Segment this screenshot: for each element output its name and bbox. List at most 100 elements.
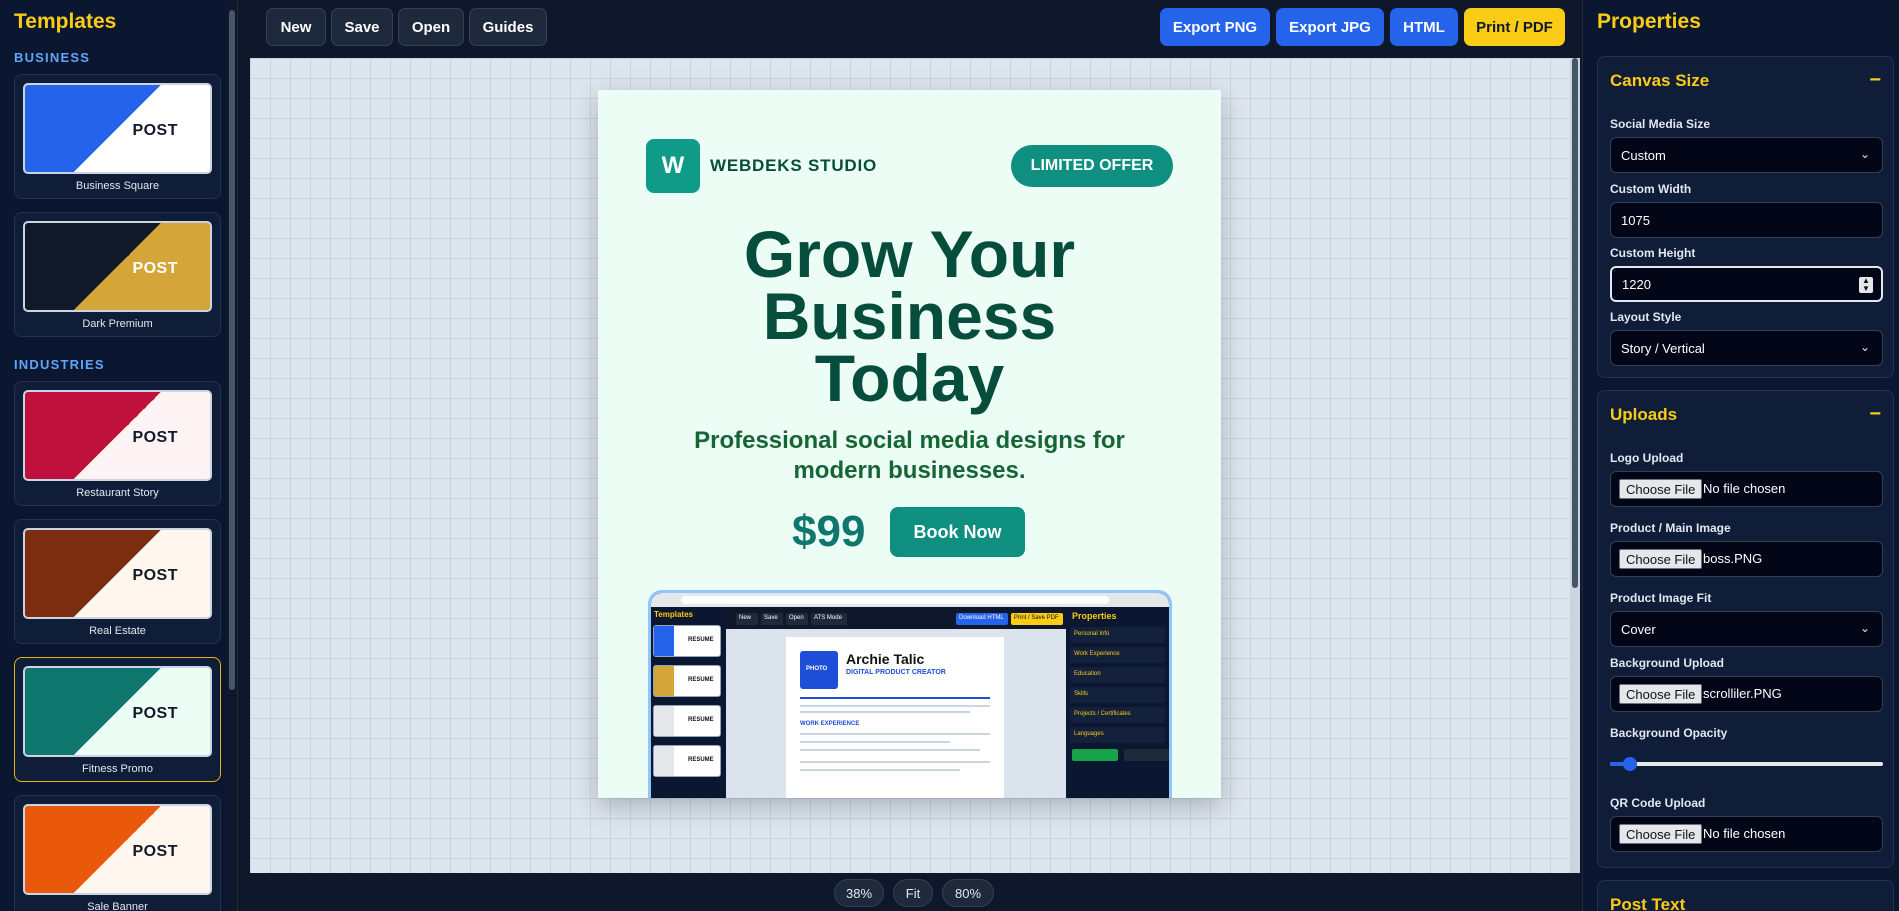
screenshot-panel-row: Languages	[1070, 727, 1165, 743]
app-root: Templates BUSINESS POST Business Square …	[0, 0, 1899, 911]
uploads-header[interactable]: Uploads −	[1610, 403, 1881, 427]
zoom-80-button[interactable]: 80%	[942, 879, 994, 907]
text-line	[800, 711, 970, 713]
screenshot-panel-row: Work Experience	[1070, 647, 1165, 663]
new-button[interactable]: New	[266, 8, 326, 46]
properties-title: Properties	[1597, 10, 1701, 33]
custom-width-input[interactable]: 1075	[1610, 202, 1883, 238]
design-canvas[interactable]: W WEBDEKS STUDIO LIMITED OFFER Grow Your…	[598, 90, 1221, 798]
headline-line-2: Business	[762, 279, 1057, 353]
template-card-dark-premium[interactable]: POST Dark Premium	[14, 212, 221, 337]
price-tag[interactable]: $99	[792, 507, 865, 557]
html-button[interactable]: HTML	[1390, 8, 1458, 46]
screenshot-btn-label: Print / Save PDF	[1014, 615, 1059, 621]
template-card-sale-banner[interactable]: POST Sale Banner	[14, 795, 221, 911]
template-post-label: POST	[132, 705, 178, 722]
collapse-icon[interactable]: −	[1869, 69, 1881, 92]
template-post-label: POST	[132, 567, 178, 584]
template-thumbnail: POST	[23, 221, 212, 312]
headline-line-3: Today	[814, 341, 1005, 415]
screenshot-row-label: Work Experience	[1074, 651, 1120, 657]
address-bar	[681, 596, 1109, 604]
post-text-header[interactable]: Post Text	[1610, 895, 1881, 911]
chevron-down-icon: ⌄	[1859, 340, 1870, 354]
background-opacity-label: Background Opacity	[1610, 726, 1728, 740]
slider-handle[interactable]	[1623, 757, 1637, 771]
swatch	[654, 626, 674, 656]
template-post-label: POST	[132, 260, 178, 277]
qr-upload-input[interactable]: Choose File No file chosen	[1610, 816, 1883, 852]
brand-name[interactable]: WEBDEKS STUDIO	[710, 156, 877, 176]
template-post-label: POST	[132, 843, 178, 860]
screenshot-ats-btn: ATS Mode	[811, 613, 847, 625]
guides-button[interactable]: Guides	[469, 8, 547, 46]
screenshot-panel-row: Skills	[1070, 687, 1165, 703]
brand-logo[interactable]: W	[646, 139, 700, 193]
background-opacity-slider[interactable]	[1610, 754, 1883, 774]
template-card-real-estate[interactable]: POST Real Estate	[14, 519, 221, 644]
swatch	[654, 666, 674, 696]
input-value: 1220	[1622, 276, 1651, 292]
open-button[interactable]: Open	[398, 8, 464, 46]
layout-style-select[interactable]: Story / Vertical ⌄	[1610, 330, 1883, 366]
save-button[interactable]: Save	[331, 8, 393, 46]
background-upload-input[interactable]: Choose File scrolliler.PNG	[1610, 676, 1883, 712]
template-thumbnail: POST	[23, 528, 212, 619]
text-line	[800, 749, 980, 751]
book-now-button[interactable]: Book Now	[890, 507, 1025, 557]
export-png-button[interactable]: Export PNG	[1160, 8, 1270, 46]
workspace-scrollbar[interactable]	[1570, 58, 1580, 873]
scrollbar-thumb[interactable]	[1572, 58, 1578, 588]
post-text-panel: Post Text	[1597, 880, 1894, 911]
product-image-input[interactable]: Choose File boss.PNG	[1610, 541, 1883, 577]
collapse-icon[interactable]: −	[1869, 403, 1881, 426]
templates-scrollbar[interactable]	[227, 0, 237, 911]
custom-height-input[interactable]: 1220 ▲ ▼	[1610, 266, 1883, 302]
template-card-fitness-promo[interactable]: POST Fitness Promo	[14, 657, 221, 782]
template-card-restaurant-story[interactable]: POST Restaurant Story	[14, 381, 221, 506]
logo-upload-input[interactable]: Choose File No file chosen	[1610, 471, 1883, 507]
chevron-down-icon: ⌄	[1859, 147, 1870, 161]
template-card-business-square[interactable]: POST Business Square	[14, 74, 221, 199]
screenshot-panel-row: Education	[1070, 667, 1165, 683]
screenshot-template-card: RESUME	[653, 665, 721, 697]
print-pdf-button[interactable]: Print / PDF	[1464, 8, 1565, 46]
screenshot-panel-row: Projects / Certificates	[1070, 707, 1165, 723]
zoom-fit-button[interactable]: Fit	[893, 879, 933, 907]
product-image[interactable]: Templates RESUME RESUME RESUME RESUME Ne…	[648, 590, 1172, 798]
choose-file-button[interactable]: Choose File	[1619, 824, 1703, 844]
text-line	[800, 769, 960, 771]
export-jpg-button[interactable]: Export JPG	[1276, 8, 1384, 46]
screenshot-print-btn: Print / Save PDF	[1011, 613, 1063, 625]
screenshot-template-card: RESUME	[653, 625, 721, 657]
resume-section-title: WORK EXPERIENCE	[800, 721, 860, 727]
uploads-panel: Uploads − Logo Upload Choose File No file…	[1597, 390, 1894, 868]
social-size-select[interactable]: Custom ⌄	[1610, 137, 1883, 173]
screenshot-properties: Properties Personal Info Work Experience…	[1066, 607, 1169, 798]
headline[interactable]: Grow Your Business Today	[598, 221, 1221, 415]
scrollbar-thumb[interactable]	[229, 10, 235, 690]
spinner-icon[interactable]: ▲ ▼	[1859, 277, 1873, 293]
choose-file-button[interactable]: Choose File	[1619, 479, 1703, 499]
resume-document: PHOTO Archie Talic DIGITAL PRODUCT CREAT…	[786, 637, 1004, 798]
template-name: Real Estate	[89, 625, 146, 637]
screenshot-remove-btn	[1124, 749, 1169, 761]
zoom-38-button[interactable]: 38%	[834, 879, 884, 907]
section-label-industries: INDUSTRIES	[14, 357, 105, 372]
screenshot-card-label: RESUME	[688, 677, 714, 683]
screenshot-download-btn: Download HTML	[956, 613, 1008, 625]
canvas-size-heading: Canvas Size	[1610, 71, 1710, 90]
template-name: Dark Premium	[82, 318, 153, 330]
rule-line	[800, 697, 990, 699]
swatch	[654, 706, 674, 736]
template-thumbnail: POST	[23, 666, 212, 757]
canvas-size-header[interactable]: Canvas Size −	[1610, 69, 1881, 93]
screenshot-new-btn: New	[736, 613, 758, 625]
screenshot-card-label: RESUME	[688, 637, 714, 643]
subheadline[interactable]: Professional social media designs for mo…	[658, 426, 1161, 486]
offer-badge[interactable]: LIMITED OFFER	[1011, 145, 1173, 187]
templates-sidebar: Templates BUSINESS POST Business Square …	[0, 0, 238, 911]
image-fit-select[interactable]: Cover ⌄	[1610, 611, 1883, 647]
choose-file-button[interactable]: Choose File	[1619, 684, 1703, 704]
choose-file-button[interactable]: Choose File	[1619, 549, 1703, 569]
